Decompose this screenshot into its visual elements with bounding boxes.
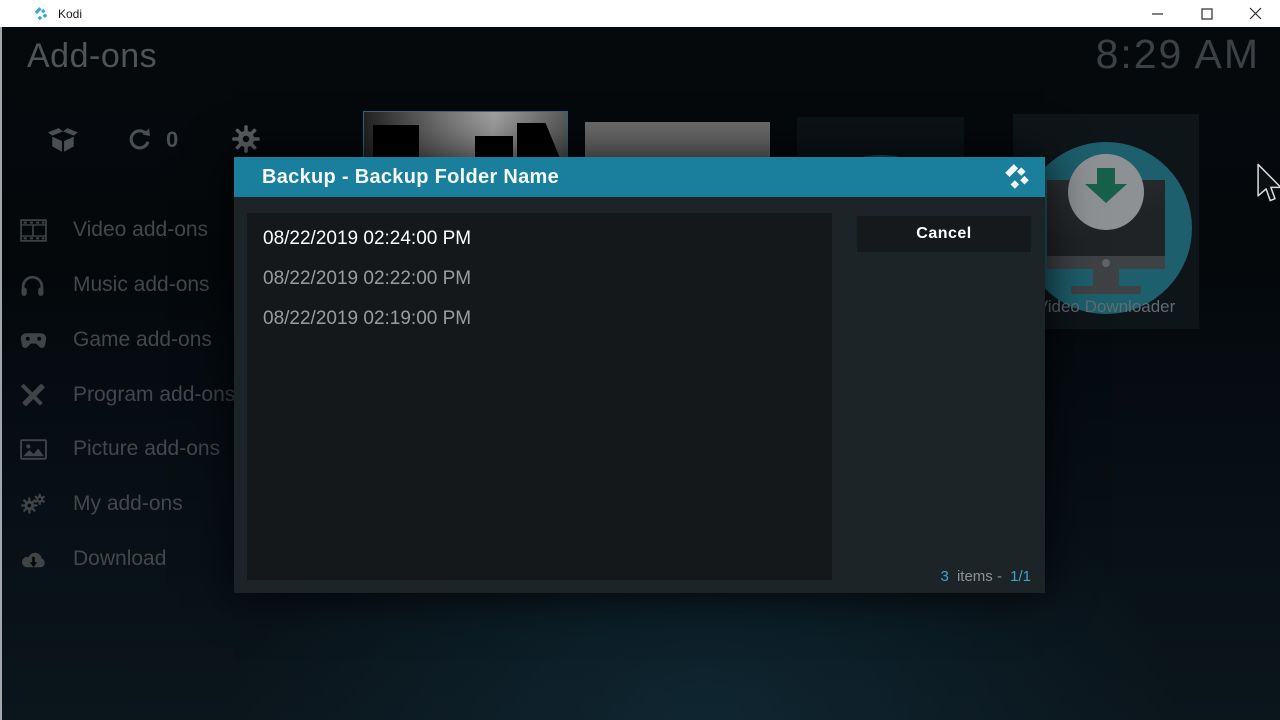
sidebar-item-music-addons[interactable]: Music add-ons <box>20 270 210 300</box>
kodi-window: Kodi Add-ons 8:29 AM <box>0 0 1280 720</box>
sidebar-label: Download <box>73 547 166 571</box>
sidebar-item-program-addons[interactable]: Program add-ons <box>20 380 235 410</box>
window-titlebar: Kodi <box>0 0 1280 27</box>
film-icon <box>20 217 47 243</box>
sidebar-label: Picture add-ons <box>73 437 220 461</box>
backup-list-item[interactable]: 08/22/2019 02:24:00 PM <box>247 219 832 259</box>
window-controls <box>1133 0 1280 27</box>
maximize-button[interactable] <box>1182 0 1231 27</box>
open-box-icon <box>48 126 78 154</box>
sidebar-label: Video add-ons <box>73 218 208 242</box>
backup-folder-dialog: Backup - Backup Folder Name 08/22/2019 0… <box>234 157 1045 593</box>
dialog-header: Backup - Backup Folder Name <box>234 157 1045 197</box>
close-button[interactable] <box>1231 0 1280 27</box>
close-icon <box>1249 7 1262 20</box>
refresh-icon <box>126 126 153 153</box>
download-arrow-icon <box>1097 168 1115 185</box>
gears-icon <box>20 491 47 517</box>
sidebar-item-download[interactable]: Download <box>20 544 166 574</box>
sidebar-label: Game add-ons <box>73 328 212 352</box>
maximize-icon <box>1201 8 1213 20</box>
sidebar-item-my-addons[interactable]: My add-ons <box>20 489 183 519</box>
headphones-icon <box>20 272 47 298</box>
gamepad-icon <box>20 327 47 353</box>
sidebar-label: Music add-ons <box>73 273 210 297</box>
sidebar-label: Program add-ons <box>73 383 235 407</box>
update-count: 0 <box>166 127 178 153</box>
sidebar-item-picture-addons[interactable]: Picture add-ons <box>20 434 220 464</box>
settings-button[interactable] <box>231 124 261 154</box>
monitor-icon <box>1071 286 1141 294</box>
download-arrow-icon <box>1085 184 1127 203</box>
backup-list: 08/22/2019 02:24:00 PM 08/22/2019 02:22:… <box>247 213 832 580</box>
addon-browser-button[interactable] <box>48 126 78 153</box>
picture-icon <box>20 436 47 462</box>
backup-list-item[interactable]: 08/22/2019 02:19:00 PM <box>247 299 832 339</box>
main-content: Add-ons 8:29 AM 0 <box>0 27 1280 720</box>
page-indicator: 1/1 <box>1010 568 1031 585</box>
page-title: Add-ons <box>27 37 157 76</box>
dialog-title: Backup - Backup Folder Name <box>262 166 559 189</box>
window-title: Kodi <box>58 7 82 21</box>
minimize-button[interactable] <box>1133 0 1182 27</box>
mouse-cursor <box>1257 163 1280 207</box>
item-count-label: items - <box>957 568 1002 585</box>
kodi-logo-icon <box>1002 162 1032 192</box>
cloud-download-icon <box>20 546 47 572</box>
clock: 8:29 AM <box>1096 31 1260 78</box>
backup-list-item[interactable]: 08/22/2019 02:22:00 PM <box>247 259 832 299</box>
sidebar-item-video-addons[interactable]: Video add-ons <box>20 215 208 245</box>
sidebar-label: My add-ons <box>73 492 183 516</box>
left-edge-line <box>0 27 2 720</box>
kodi-app-icon <box>33 6 49 22</box>
refresh-button[interactable] <box>126 126 153 153</box>
monitor-icon <box>1093 269 1119 287</box>
monitor-icon <box>1102 259 1110 267</box>
cancel-button[interactable]: Cancel <box>857 216 1031 252</box>
dialog-footer: 3 items - 1/1 <box>936 568 1031 585</box>
minimize-icon <box>1152 8 1164 20</box>
tools-icon <box>20 382 47 408</box>
sidebar-item-game-addons[interactable]: Game add-ons <box>20 325 212 355</box>
gear-icon <box>231 124 261 154</box>
item-count: 3 <box>940 568 948 585</box>
